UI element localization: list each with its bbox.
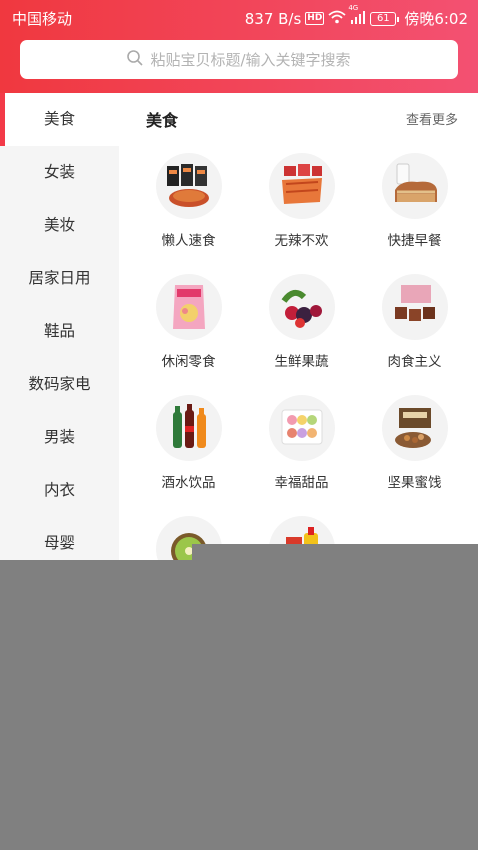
sidebar-item-label: 女装 xyxy=(43,163,75,181)
search-icon xyxy=(127,49,150,70)
category-label: 幸福甜品 xyxy=(274,475,329,491)
battery-icon: 61 xyxy=(370,11,400,26)
carrier-label: 中国移动 xyxy=(12,10,73,28)
network-speed: 837 B/s xyxy=(244,9,302,28)
search-input[interactable]: 粘贴宝贝标题/输入关键字搜索 xyxy=(20,40,458,79)
category-content: 美食 查看更多 懒人速食 无辣不欢 快捷早餐 休闲零食 生鲜果蔬 肉食主义 酒水… xyxy=(119,93,478,582)
category-label: 肉食主义 xyxy=(387,354,442,370)
category-item[interactable]: 生鲜果蔬 xyxy=(245,274,358,370)
category-item[interactable]: 坚果蜜饯 xyxy=(358,395,471,491)
network-type-label: 4G xyxy=(348,3,359,12)
sidebar-item-label: 鞋品 xyxy=(43,322,75,340)
chips-bag-icon xyxy=(155,274,222,340)
sidebar-item-shoes[interactable]: 鞋品 xyxy=(0,305,119,358)
sidebar-item-home[interactable]: 居家日用 xyxy=(0,252,119,305)
bread-milk-icon xyxy=(381,153,448,219)
dim-overlay-edge xyxy=(192,544,478,560)
see-more-link[interactable]: 查看更多 xyxy=(406,109,458,128)
category-item[interactable]: 酒水饮品 xyxy=(132,395,245,491)
sidebar-item-label: 数码家电 xyxy=(28,375,91,393)
category-label: 休闲零食 xyxy=(161,354,216,370)
berries-icon xyxy=(268,274,335,340)
search-placeholder: 粘贴宝贝标题/输入关键字搜索 xyxy=(150,51,351,69)
wifi-icon xyxy=(328,10,346,28)
nuts-box-icon xyxy=(381,395,448,461)
status-right: 837 B/s HD 4G 61 傍晚6:02 xyxy=(244,4,468,29)
hd-badge: HD xyxy=(305,12,325,25)
header-bar: 中国移动 837 B/s HD 4G 61 傍晚6:02 粘贴宝贝标题/输入关键… xyxy=(0,0,478,93)
category-label: 快捷早餐 xyxy=(387,233,442,249)
instant-noodles-icon xyxy=(155,153,222,219)
status-bar: 中国移动 837 B/s HD 4G 61 傍晚6:02 xyxy=(0,0,478,34)
sidebar-item-label: 母婴 xyxy=(43,534,75,552)
category-item[interactable]: 无辣不欢 xyxy=(245,153,358,249)
category-item[interactable]: 肉食主义 xyxy=(358,274,471,370)
category-sidebar: 美食 女装 美妆 居家日用 鞋品 数码家电 男装 内衣 母婴 xyxy=(0,93,119,560)
macarons-icon xyxy=(268,395,335,461)
spicy-jerky-icon xyxy=(268,153,335,219)
sidebar-item-label: 男装 xyxy=(43,428,75,446)
sidebar-item-electronics[interactable]: 数码家电 xyxy=(0,358,119,411)
drink-bottles-icon xyxy=(155,395,222,461)
dim-overlay xyxy=(0,560,478,850)
signal-icon: 4G xyxy=(348,4,366,28)
clock: 傍晚6:02 xyxy=(404,10,468,28)
sidebar-item-label: 美食 xyxy=(43,110,75,128)
sidebar-item-beauty[interactable]: 美妆 xyxy=(0,199,119,252)
category-label: 酒水饮品 xyxy=(161,475,216,491)
sidebar-item-underwear[interactable]: 内衣 xyxy=(0,464,119,517)
category-label: 坚果蜜饯 xyxy=(387,475,442,491)
category-label: 生鲜果蔬 xyxy=(274,354,329,370)
sidebar-item-label: 美妆 xyxy=(43,216,75,234)
category-label: 无辣不欢 xyxy=(274,233,329,249)
sidebar-item-womens-clothing[interactable]: 女装 xyxy=(0,146,119,199)
sidebar-item-mens-clothing[interactable]: 男装 xyxy=(0,411,119,464)
category-item[interactable]: 幸福甜品 xyxy=(245,395,358,491)
beef-jerky-icon xyxy=(381,274,448,340)
category-item[interactable]: 懒人速食 xyxy=(132,153,245,249)
section-title: 美食 xyxy=(146,111,179,130)
sidebar-item-label: 内衣 xyxy=(43,481,75,499)
sidebar-item-food[interactable]: 美食 xyxy=(0,93,119,146)
category-item[interactable]: 快捷早餐 xyxy=(358,153,471,249)
category-item[interactable]: 休闲零食 xyxy=(132,274,245,370)
category-label: 懒人速食 xyxy=(161,233,216,249)
sidebar-item-label: 居家日用 xyxy=(28,269,91,287)
